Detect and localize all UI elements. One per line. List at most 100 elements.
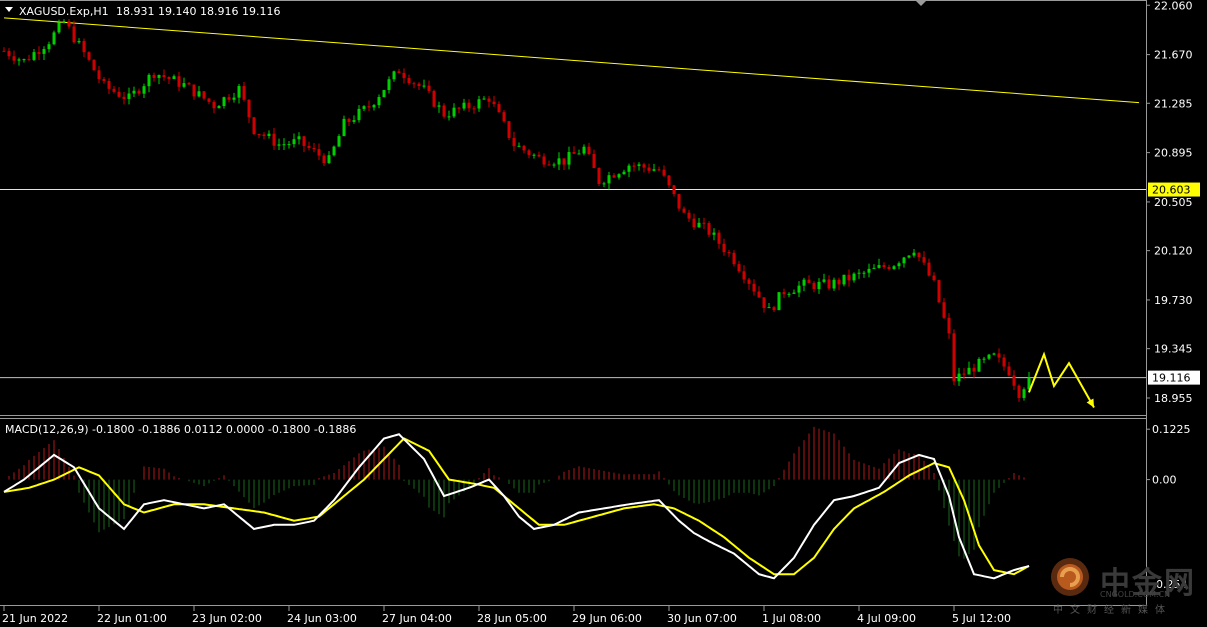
candle-body [112, 88, 116, 92]
candle-body [467, 102, 471, 109]
candle-body [662, 169, 666, 176]
macd-histogram [8, 426, 1025, 559]
candle-body [782, 292, 786, 295]
candle-body [92, 59, 96, 71]
price-tick-label: 20.505 [1154, 196, 1193, 209]
candle-body [547, 164, 551, 166]
candle-body [642, 164, 646, 168]
time-tick-label: 5 Jul 12:00 [952, 612, 1011, 625]
macd-panel[interactable]: MACD(12,26,9) -0.1800 -0.1886 0.0112 0.0… [3, 423, 1191, 591]
candle-body [7, 50, 11, 57]
time-tick-label: 23 Jun 02:00 [192, 612, 262, 625]
candle-body [627, 165, 631, 172]
candle-body [72, 26, 76, 43]
candle-body [2, 50, 6, 52]
candle-body [742, 271, 746, 280]
candle-body [842, 274, 846, 285]
candle-body [427, 85, 431, 91]
time-axis: 21 Jun 2022 22 Jun 01:00 23 Jun 02:00 24 Ju… [2, 606, 1011, 625]
candle-body [737, 264, 741, 272]
candle-body [617, 174, 621, 178]
candle-body [977, 358, 981, 372]
candle-body [402, 72, 406, 79]
candle-body [447, 116, 451, 118]
shift-marker-icon[interactable] [916, 1, 926, 6]
price-tick-label: 20.120 [1154, 245, 1193, 258]
candle-body [132, 90, 136, 94]
candle-body [152, 74, 156, 78]
candle-body [747, 279, 751, 284]
candle-body [142, 86, 146, 94]
candle-body [472, 108, 476, 110]
time-tick-label: 1 Jul 08:00 [762, 612, 821, 625]
price-tick-label: 18.955 [1154, 392, 1193, 405]
candle-body [727, 252, 731, 254]
candle-body [632, 165, 636, 167]
price-level-tag-label: 20.603 [1152, 184, 1191, 197]
candle-body [257, 133, 261, 135]
candle-body [327, 155, 331, 163]
candle-body [277, 144, 281, 146]
price-tick-label: 19.345 [1154, 343, 1193, 356]
candle-body [332, 146, 336, 156]
candle-body [847, 274, 851, 281]
candle-body [992, 353, 996, 355]
candle-body [342, 118, 346, 137]
candle-body [292, 139, 296, 145]
candle-body [177, 76, 181, 87]
candle-body [862, 272, 866, 274]
candle-body [822, 279, 826, 282]
candle-body [692, 218, 696, 228]
price-tick-label: 21.670 [1154, 49, 1193, 62]
candle-body [12, 56, 16, 61]
candle-body [757, 291, 761, 298]
candle-body [552, 164, 556, 166]
candle-body [42, 49, 46, 54]
candle-body [532, 154, 536, 156]
candle-body [722, 243, 726, 253]
candle-body [647, 167, 651, 171]
candle-body [377, 97, 381, 106]
candle-body [677, 194, 681, 209]
candle-body [462, 102, 466, 109]
candle-body [307, 145, 311, 148]
time-tick-label: 27 Jun 04:00 [382, 612, 452, 625]
candle-body [67, 21, 71, 27]
candle-body [637, 164, 641, 166]
candle-body [457, 107, 461, 109]
candle-body [172, 76, 176, 79]
cngold-swirl-icon [1051, 558, 1089, 596]
candle-body [537, 154, 541, 157]
macd-lines [3, 433, 1030, 580]
candle-body [987, 354, 991, 359]
candle-body [602, 183, 606, 185]
candle-body [857, 272, 861, 274]
forecast-arrow-path [1028, 351, 1095, 408]
macd-label: MACD(12,26,9) -0.1800 -0.1886 0.0112 0.0… [5, 423, 356, 436]
candle-body [417, 83, 421, 87]
candle-body [422, 85, 426, 87]
collapse-arrow-icon[interactable] [5, 7, 13, 12]
candle-body [867, 268, 871, 273]
candle-body [387, 79, 391, 91]
watermark-tagline: 中文财经新媒体 [1053, 605, 1172, 616]
candle-body [212, 101, 216, 109]
candle-body [517, 145, 521, 147]
candle-body [357, 108, 361, 121]
candle-body [962, 373, 966, 375]
candle-body [197, 91, 201, 97]
trading-chart[interactable]: XAGUSD.Exp,H1 18.931 19.140 18.916 19.11… [0, 0, 1207, 627]
candle-body [1017, 385, 1021, 398]
candle-body [222, 97, 226, 107]
candle-body [522, 145, 526, 151]
time-tick-label: 28 Jun 05:00 [477, 612, 547, 625]
candle-body [202, 91, 206, 99]
candle-body [1007, 366, 1011, 376]
candle-body [252, 117, 256, 134]
candle-body [162, 75, 166, 78]
candle-body [262, 134, 266, 136]
time-tick-label: 4 Jul 09:00 [857, 612, 916, 625]
candle-body [287, 144, 291, 146]
candle-body [712, 232, 716, 235]
candle-body [697, 222, 701, 228]
